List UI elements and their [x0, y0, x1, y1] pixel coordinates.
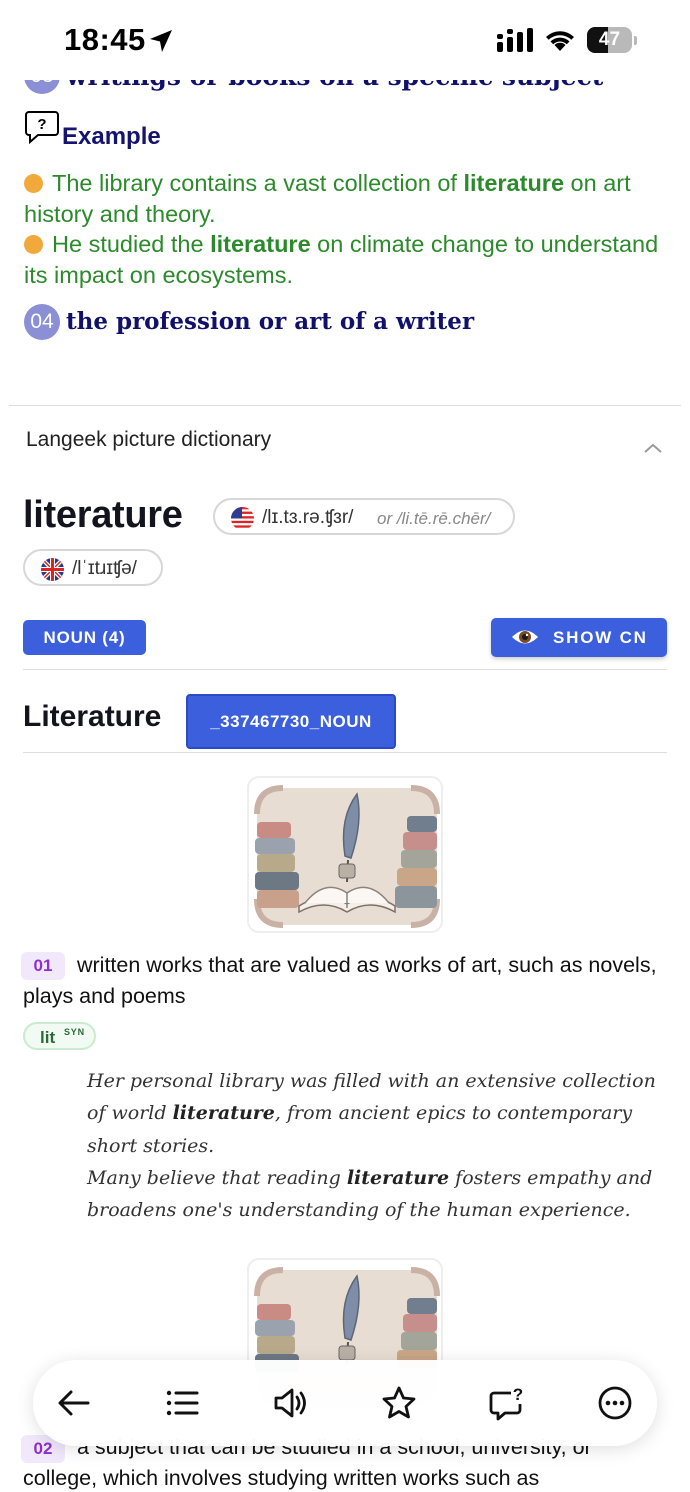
sense-number-badge: 04	[24, 304, 60, 340]
uk-pronunciation-button[interactable]: /lˈɪtɹɪʧə/	[23, 549, 163, 586]
example-label: Example	[62, 123, 161, 150]
example-sentence: He studied the literature on climate cha…	[24, 231, 659, 288]
us-flag-icon	[231, 507, 254, 530]
entry-id-badge[interactable]: _337467730_NOUN	[186, 694, 396, 749]
list-icon	[166, 1390, 199, 1416]
sense-definition: written works that are valued as works o…	[23, 953, 657, 1008]
ask-question-button[interactable]: ?	[489, 1385, 525, 1421]
sense-examples: Her personal library was filled with an …	[87, 1065, 667, 1226]
svg-text:?: ?	[513, 1385, 523, 1404]
headword: literature	[23, 494, 183, 536]
books-quill-image	[254, 785, 440, 928]
contents-button[interactable]	[164, 1385, 200, 1421]
wifi-icon	[546, 31, 574, 51]
picture-dictionary-title: Langeek picture dictionary	[26, 428, 272, 451]
show-cn-button[interactable]: SHOW CN	[491, 618, 667, 657]
noun-pos-button[interactable]: NOUN (4)	[23, 620, 146, 655]
location-arrow-icon	[150, 30, 172, 52]
us-ipa-alternative: or /li.tē.rē.chēr/	[377, 509, 491, 528]
more-button[interactable]	[597, 1385, 633, 1421]
status-time: 18:45	[64, 22, 146, 57]
battery-icon: 47	[587, 27, 637, 53]
uk-ipa: /lˈɪtɹɪʧə/	[72, 558, 137, 579]
entry-title: Literature	[23, 700, 162, 733]
more-icon	[598, 1386, 632, 1420]
synonym-tag: SYN	[64, 1027, 85, 1037]
eye-icon	[512, 630, 538, 644]
chevron-up-icon[interactable]	[642, 440, 664, 456]
bullet-dot-icon	[24, 235, 43, 254]
star-icon	[382, 1386, 416, 1419]
sense-heading-text: the profession or art of a writer	[66, 308, 475, 335]
divider	[23, 752, 667, 753]
show-cn-label: SHOW CN	[553, 628, 648, 647]
pronounce-button[interactable]	[273, 1385, 309, 1421]
example-sentence: Many believe that reading literature fos…	[87, 1166, 653, 1222]
us-ipa: /lɪ.tɜ.rə.ʧɜr/	[262, 507, 354, 528]
literature-illustration[interactable]	[247, 776, 443, 933]
bullet-dot-icon	[24, 174, 43, 193]
question-bubble-icon: ?	[25, 111, 59, 144]
synonym-chip[interactable]: lit SYN	[23, 1022, 96, 1050]
battery-level: 47	[598, 29, 621, 50]
section-divider	[9, 405, 681, 406]
comment-question-icon: ?	[489, 1385, 523, 1421]
back-button[interactable]	[56, 1385, 92, 1421]
favorite-button[interactable]	[381, 1385, 417, 1421]
speaker-icon	[274, 1388, 306, 1418]
example-sentence: The library contains a vast collection o…	[24, 170, 631, 227]
us-pronunciation-button[interactable]: /lɪ.tɜ.rə.ʧɜr/ or /li.tē.rē.chēr/	[213, 498, 515, 535]
back-arrow-icon	[58, 1390, 90, 1416]
uk-flag-icon	[41, 558, 64, 581]
cellular-signal-icon	[497, 28, 533, 52]
status-bar: 18:45 47	[0, 0, 690, 80]
svg-text:?: ?	[37, 116, 46, 133]
example-sentence: Her personal library was filled with an …	[87, 1070, 656, 1157]
bottom-toolbar: ?	[33, 1360, 657, 1446]
synonym-word: lit	[40, 1028, 56, 1047]
divider	[23, 669, 667, 670]
